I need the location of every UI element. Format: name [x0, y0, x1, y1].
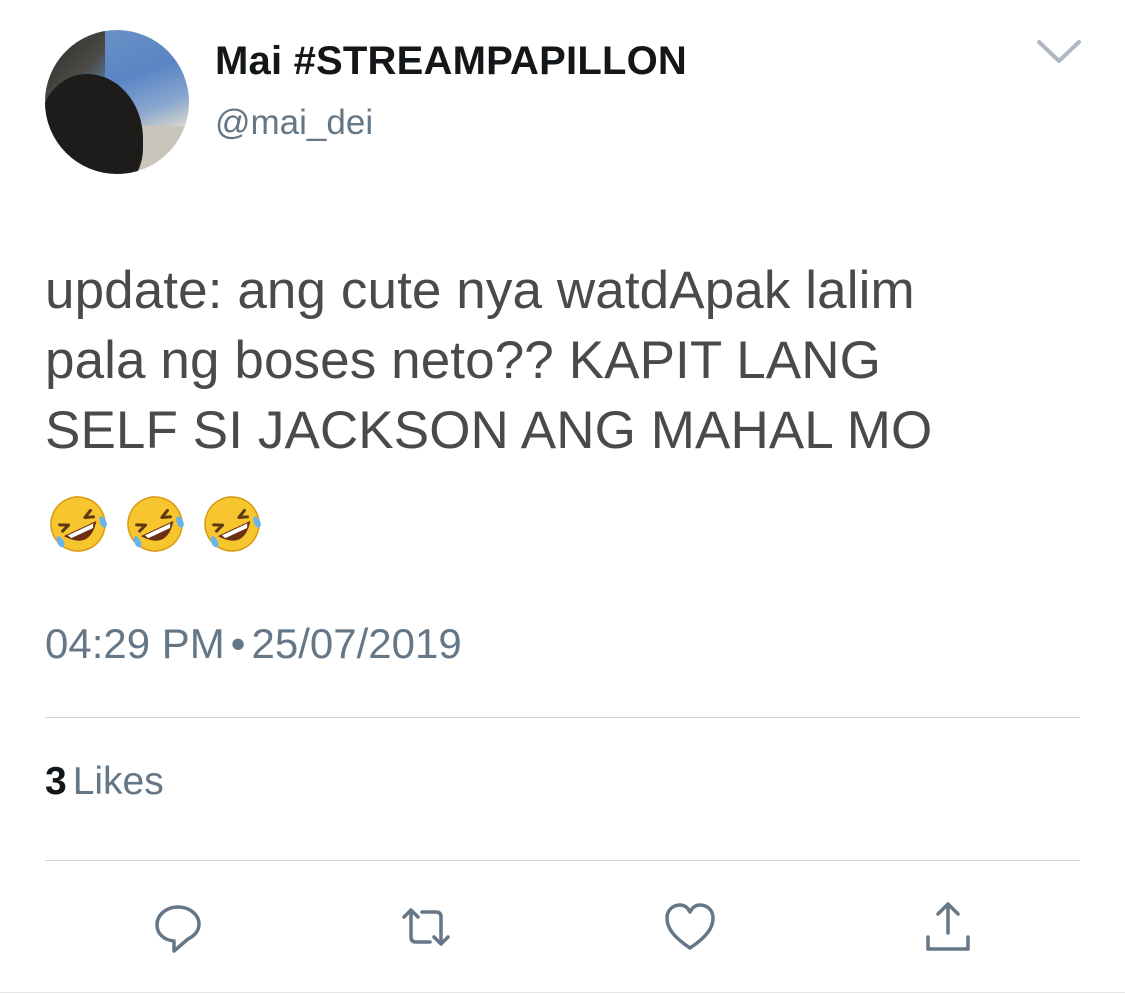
tweet-text-line: SELF SI JACKSON ANG MAHAL MO [45, 401, 933, 460]
reply-button[interactable] [148, 897, 208, 957]
divider [0, 992, 1125, 993]
retweet-button[interactable] [396, 897, 456, 957]
tweet-detail: Mai #STREAMPAPILLON @mai_dei update: ang… [0, 0, 1125, 995]
display-name[interactable]: Mai #STREAMPAPILLON [215, 39, 687, 84]
separator-dot: • [230, 620, 246, 667]
tweet-date: 25/07/2019 [251, 620, 462, 667]
likes-count: 3 [45, 760, 67, 803]
like-button[interactable] [660, 897, 720, 957]
tweet-text-line: update: ang cute nya watdApak lalim [45, 261, 915, 320]
likes-label: Likes [72, 760, 164, 803]
divider [45, 860, 1080, 861]
avatar[interactable] [45, 30, 189, 174]
likes-count-link[interactable]: 3 Likes [45, 760, 164, 804]
divider [45, 717, 1080, 718]
rolling-laughing-emoji [127, 496, 184, 552]
retweet-icon [402, 908, 450, 946]
avatar-silhouette [45, 74, 143, 174]
tweet-timestamp[interactable]: 04:29 PM • 25/07/2019 [45, 620, 462, 668]
rolling-laughing-emoji [204, 496, 261, 552]
reply-icon [155, 905, 201, 953]
rolling-laughing-emoji [50, 496, 107, 552]
chevron-down-icon[interactable] [1036, 38, 1082, 66]
share-button[interactable] [918, 897, 978, 957]
emoji-row [47, 493, 263, 555]
heart-icon [665, 903, 715, 950]
tweet-text: update: ang cute nya watdApak lalim pala… [45, 256, 1095, 466]
tweet-time: 04:29 PM [45, 620, 225, 667]
share-icon [926, 902, 970, 951]
user-handle[interactable]: @mai_dei [215, 103, 373, 143]
tweet-text-line: pala ng boses neto?? KAPIT LANG [45, 331, 881, 390]
